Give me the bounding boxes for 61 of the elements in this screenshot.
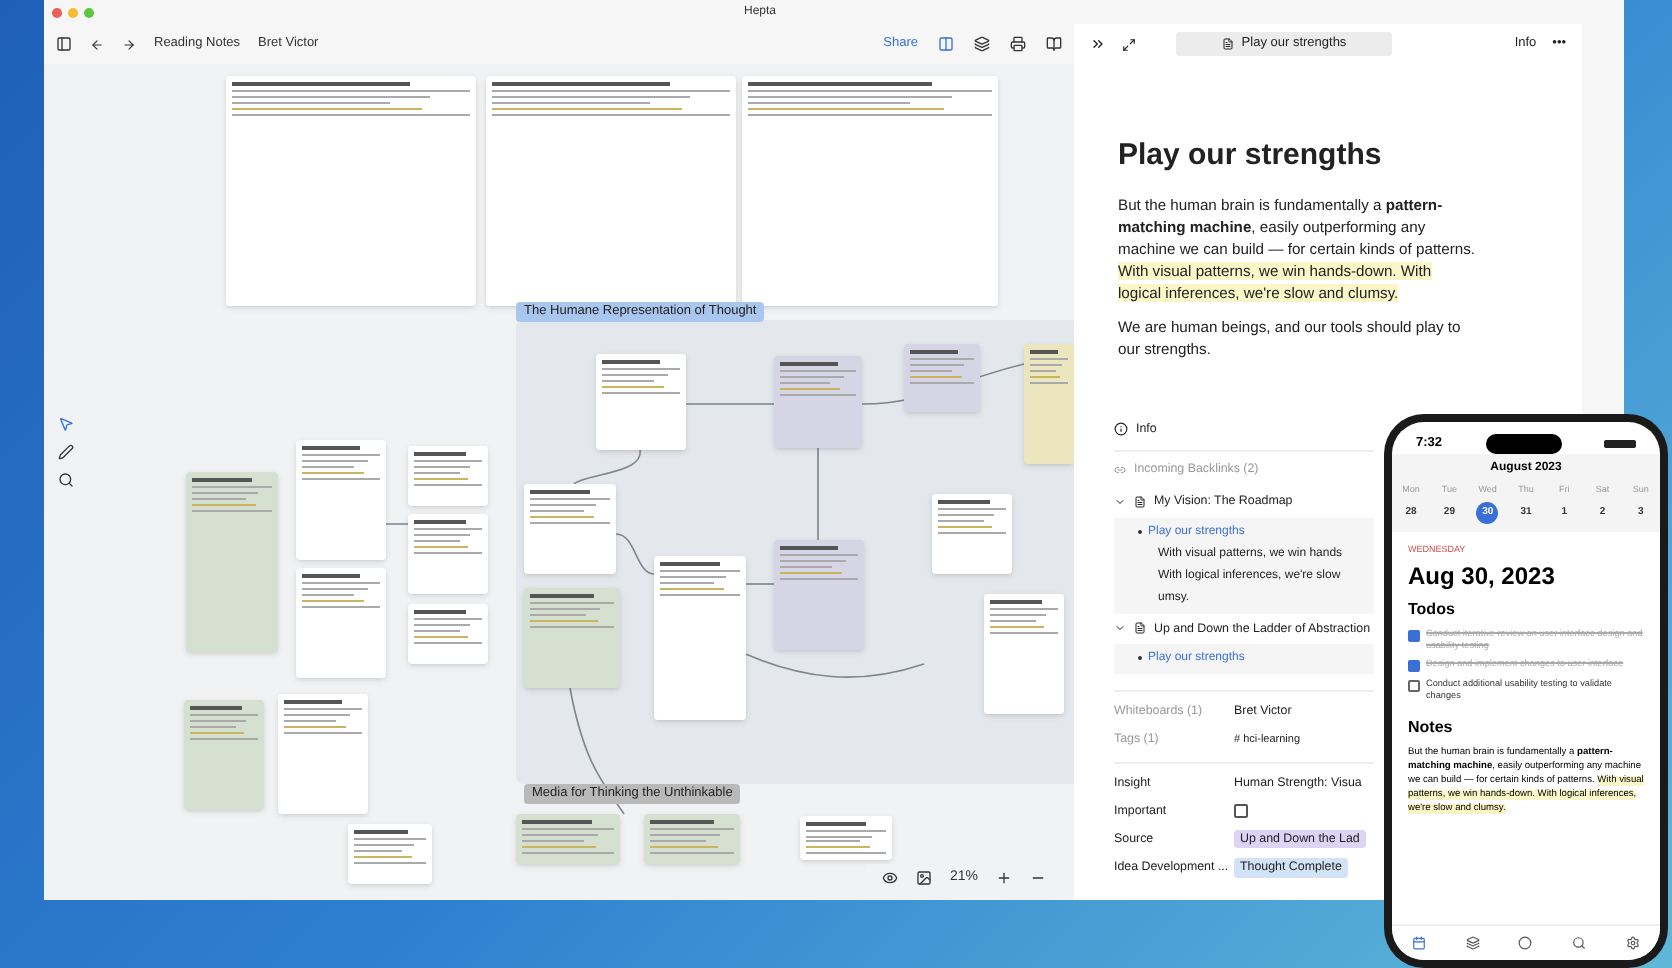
link-icon — [1114, 463, 1126, 476]
settings-tab-icon[interactable] — [1626, 936, 1641, 950]
back-icon[interactable] — [90, 37, 104, 51]
note-card[interactable] — [524, 588, 620, 688]
document-icon — [1221, 38, 1234, 50]
note-card[interactable] — [296, 568, 386, 678]
date-title: Aug 30, 2023 — [1408, 563, 1557, 587]
eye-icon[interactable] — [881, 869, 898, 886]
document-icon — [1134, 622, 1146, 635]
note-card[interactable] — [644, 814, 740, 864]
note-card[interactable] — [984, 594, 1064, 714]
note-card[interactable] — [408, 446, 488, 506]
close-button[interactable] — [52, 7, 62, 17]
split-view-icon[interactable] — [938, 36, 954, 52]
todo-checkbox[interactable] — [1408, 659, 1420, 671]
chevron-icon[interactable] — [1114, 622, 1126, 635]
connector-line — [817, 447, 819, 541]
printer-icon[interactable] — [1010, 36, 1026, 52]
pen-tool-icon[interactable] — [58, 444, 74, 460]
image-icon[interactable] — [915, 869, 932, 886]
collapse-icon[interactable] — [1090, 36, 1106, 52]
forward-icon[interactable] — [122, 37, 136, 51]
circle-tab-icon[interactable] — [1518, 936, 1533, 950]
property-checkbox[interactable] — [1234, 803, 1248, 818]
note-title: Play our strengths — [1118, 138, 1384, 176]
connector-line — [615, 533, 655, 575]
note-card[interactable] — [904, 344, 980, 412]
book-icon[interactable] — [1046, 36, 1062, 52]
pointer-tool-icon[interactable] — [58, 416, 74, 432]
note-card[interactable] — [932, 494, 1012, 574]
chevron-icon[interactable] — [1114, 495, 1126, 508]
zoom-in-icon[interactable] — [996, 869, 1012, 886]
note-card[interactable] — [596, 354, 686, 450]
layers-icon[interactable] — [974, 36, 990, 52]
note-card[interactable] — [516, 814, 620, 864]
document-icon — [1134, 495, 1146, 508]
note-card[interactable] — [278, 694, 368, 814]
todos-heading: Todos — [1408, 597, 1457, 621]
search-tab-icon[interactable] — [1572, 936, 1587, 950]
info-icon — [1114, 421, 1128, 436]
note-card[interactable] — [774, 540, 864, 650]
note-card[interactable] — [296, 440, 386, 560]
note-card[interactable] — [800, 816, 892, 860]
connector-line — [743, 583, 775, 585]
note-card[interactable] — [774, 356, 862, 448]
note-card[interactable] — [184, 700, 264, 810]
calendar-tab-icon[interactable] — [1411, 936, 1426, 950]
connector-line — [685, 403, 775, 405]
dynamic-island — [1485, 433, 1561, 453]
todo-checkbox[interactable] — [1408, 629, 1420, 641]
notes-heading: Notes — [1408, 715, 1455, 739]
todo-checkbox[interactable] — [1408, 679, 1420, 691]
note-card[interactable] — [408, 604, 488, 664]
layers-tab-icon[interactable] — [1465, 936, 1480, 950]
connector-line — [573, 449, 641, 485]
sidebar-icon[interactable] — [56, 36, 72, 52]
note-card[interactable] — [524, 484, 616, 574]
note-card[interactable] — [348, 824, 432, 884]
note-card[interactable] — [408, 514, 488, 594]
expand-icon[interactable] — [1122, 37, 1136, 51]
search-icon[interactable] — [58, 472, 74, 488]
